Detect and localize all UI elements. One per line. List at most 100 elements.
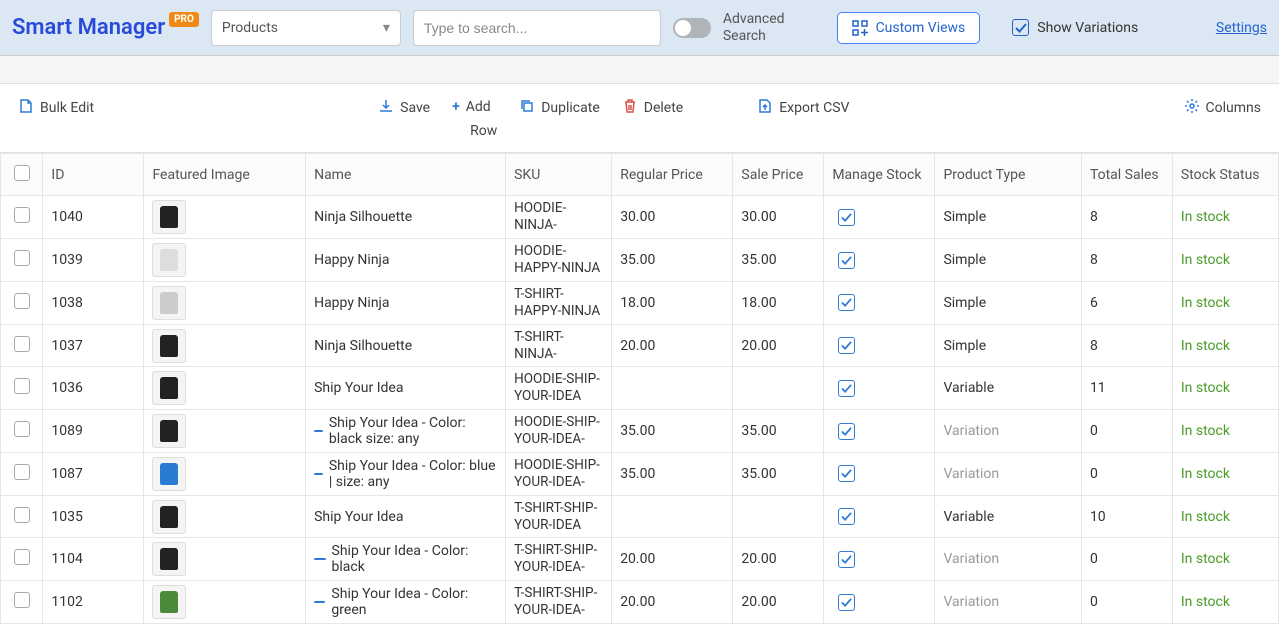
manage-stock-checkbox[interactable] [838, 294, 855, 311]
cell-id[interactable]: 1036 [43, 367, 144, 410]
row-checkbox[interactable] [14, 336, 30, 352]
row-checkbox[interactable] [14, 549, 30, 565]
table-row[interactable]: 1087 Ship Your Idea - Color: blue | size:… [1, 452, 1279, 495]
cell-regular-price[interactable]: 18.00 [612, 281, 733, 324]
cell-sku[interactable]: T-SHIRT-SHIP-YOUR-IDEA- [506, 581, 612, 624]
cell-manage-stock[interactable] [824, 538, 935, 581]
advanced-search-toggle[interactable] [673, 18, 711, 38]
cell-sale-price[interactable]: 20.00 [733, 538, 824, 581]
cell-name[interactable]: Ship Your Idea - Color: black size: any [306, 410, 506, 453]
row-checkbox[interactable] [14, 207, 30, 223]
cell-regular-price[interactable]: 20.00 [612, 324, 733, 367]
header-stock-status[interactable]: Stock Status [1172, 154, 1278, 196]
cell-product-type[interactable]: Variation [935, 581, 1081, 624]
table-row[interactable]: 1035 Ship Your IdeaT-SHIRT-SHIP-YOUR-IDEA… [1, 495, 1279, 538]
cell-stock-status[interactable]: In stock [1172, 367, 1278, 410]
cell-total-sales[interactable]: 0 [1081, 452, 1172, 495]
cell-id[interactable]: 1037 [43, 324, 144, 367]
manage-stock-checkbox[interactable] [838, 508, 855, 525]
table-row[interactable]: 1039Happy NinjaHOODIE-HAPPY-NINJA35.0035… [1, 239, 1279, 282]
duplicate-button[interactable]: Duplicate [519, 98, 600, 118]
cell-featured-image[interactable] [144, 239, 306, 282]
show-variations-checkbox[interactable] [1012, 19, 1029, 36]
cell-sku[interactable]: T-SHIRT-SHIP-YOUR-IDEA [506, 495, 612, 538]
header-total-sales[interactable]: Total Sales [1081, 154, 1172, 196]
cell-sale-price[interactable]: 18.00 [733, 281, 824, 324]
cell-product-type[interactable]: Variable [935, 367, 1081, 410]
cell-name[interactable]: Ship Your Idea - Color: black [306, 538, 506, 581]
custom-views-button[interactable]: Custom Views [837, 12, 981, 44]
cell-id[interactable]: 1039 [43, 239, 144, 282]
cell-total-sales[interactable]: 8 [1081, 196, 1172, 239]
cell-featured-image[interactable] [144, 367, 306, 410]
cell-product-type[interactable]: Variation [935, 452, 1081, 495]
cell-total-sales[interactable]: 8 [1081, 324, 1172, 367]
cell-manage-stock[interactable] [824, 495, 935, 538]
show-variations[interactable]: Show Variations [1012, 19, 1138, 36]
cell-sku[interactable]: HOODIE-HAPPY-NINJA [506, 239, 612, 282]
header-sku[interactable]: SKU [506, 154, 612, 196]
cell-id[interactable]: 1038 [43, 281, 144, 324]
cell-total-sales[interactable]: 11 [1081, 367, 1172, 410]
cell-id[interactable]: 1087 [43, 452, 144, 495]
table-row[interactable]: 1036Ship Your IdeaHOODIE-SHIP-YOUR-IDEAV… [1, 367, 1279, 410]
cell-manage-stock[interactable] [824, 452, 935, 495]
cell-name[interactable]: Happy Ninja [306, 239, 506, 282]
manage-stock-checkbox[interactable] [838, 465, 855, 482]
entity-selector[interactable]: Products ▾ [211, 10, 401, 46]
cell-regular-price[interactable] [612, 495, 733, 538]
cell-stock-status[interactable]: In stock [1172, 538, 1278, 581]
table-row[interactable]: 1040Ninja SilhouetteHOODIE-NINJA-30.0030… [1, 196, 1279, 239]
cell-product-type[interactable]: Variation [935, 538, 1081, 581]
cell-manage-stock[interactable] [824, 367, 935, 410]
cell-total-sales[interactable]: 0 [1081, 410, 1172, 453]
cell-featured-image[interactable] [144, 281, 306, 324]
cell-sale-price[interactable]: 20.00 [733, 581, 824, 624]
manage-stock-checkbox[interactable] [838, 209, 855, 226]
cell-manage-stock[interactable] [824, 581, 935, 624]
cell-manage-stock[interactable] [824, 281, 935, 324]
cell-product-type[interactable]: Simple [935, 196, 1081, 239]
cell-regular-price[interactable]: 30.00 [612, 196, 733, 239]
manage-stock-checkbox[interactable] [838, 551, 855, 568]
cell-total-sales[interactable]: 8 [1081, 239, 1172, 282]
header-checkbox[interactable] [1, 154, 43, 196]
cell-stock-status[interactable]: In stock [1172, 239, 1278, 282]
cell-total-sales[interactable]: 10 [1081, 495, 1172, 538]
cell-stock-status[interactable]: In stock [1172, 581, 1278, 624]
row-checkbox[interactable] [14, 464, 30, 480]
row-checkbox[interactable] [14, 378, 30, 394]
cell-product-type[interactable]: Simple [935, 239, 1081, 282]
header-manage-stock[interactable]: Manage Stock [824, 154, 935, 196]
cell-id[interactable]: 1035 [43, 495, 144, 538]
save-button[interactable]: Save [378, 98, 430, 118]
cell-sku[interactable]: T-SHIRT-SHIP-YOUR-IDEA- [506, 538, 612, 581]
row-checkbox[interactable] [14, 421, 30, 437]
cell-stock-status[interactable]: In stock [1172, 495, 1278, 538]
cell-name[interactable]: Ship Your Idea [306, 495, 506, 538]
manage-stock-checkbox[interactable] [838, 594, 855, 611]
cell-name[interactable]: Ship Your Idea [306, 367, 506, 410]
cell-name[interactable]: Ship Your Idea - Color: blue | size: any [306, 452, 506, 495]
cell-regular-price[interactable] [612, 367, 733, 410]
cell-sale-price[interactable]: 20.00 [733, 324, 824, 367]
cell-manage-stock[interactable] [824, 239, 935, 282]
cell-regular-price[interactable]: 20.00 [612, 581, 733, 624]
cell-stock-status[interactable]: In stock [1172, 281, 1278, 324]
table-row[interactable]: 1089Ship Your Idea - Color: black size: … [1, 410, 1279, 453]
row-checkbox[interactable] [14, 250, 30, 266]
table-row[interactable]: 1104Ship Your Idea - Color: blackT-SHIRT… [1, 538, 1279, 581]
cell-regular-price[interactable]: 35.00 [612, 239, 733, 282]
cell-sku[interactable]: T-SHIRT-NINJA- [506, 324, 612, 367]
cell-product-type[interactable]: Simple [935, 324, 1081, 367]
cell-sale-price[interactable]: 35.00 [733, 410, 824, 453]
cell-featured-image[interactable] [144, 196, 306, 239]
header-product-type[interactable]: Product Type [935, 154, 1081, 196]
cell-sale-price[interactable] [733, 367, 824, 410]
cell-total-sales[interactable]: 6 [1081, 281, 1172, 324]
cell-sale-price[interactable] [733, 495, 824, 538]
header-id[interactable]: ID [43, 154, 144, 196]
row-checkbox[interactable] [14, 293, 30, 309]
cell-product-type[interactable]: Variable [935, 495, 1081, 538]
cell-sku[interactable]: T-SHIRT-HAPPY-NINJA [506, 281, 612, 324]
